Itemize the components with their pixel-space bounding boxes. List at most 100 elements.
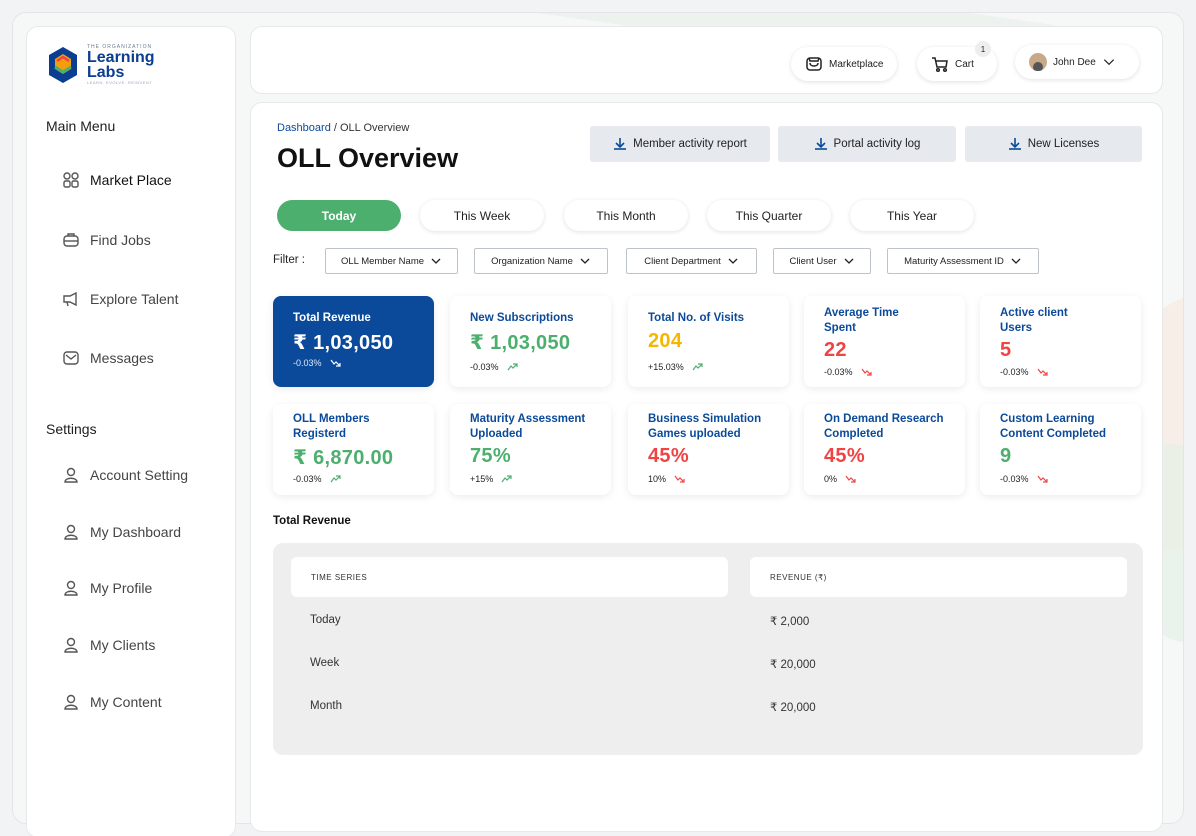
logo-name-line2: Labs <box>87 64 125 81</box>
cart-count-badge: 1 <box>975 41 991 57</box>
stat-card-maturity-assessment[interactable]: Maturity Assessment Uploaded 75% +15% <box>450 404 611 495</box>
stat-card-total-revenue[interactable]: Total Revenue ₹ 1,03,050 -0.03% <box>273 296 434 387</box>
sidebar-item-account-setting[interactable]: Account Setting <box>62 466 188 484</box>
card-change-value: 10% <box>648 474 667 484</box>
download-icon <box>614 138 627 150</box>
table-cell-period: Month <box>310 700 342 712</box>
filter-client-user[interactable]: Client User <box>773 248 871 274</box>
card-label: OLL Members Registerd <box>293 413 370 440</box>
card-label: Business Simulation Games uploaded <box>648 413 762 440</box>
new-licenses-button[interactable]: New Licenses <box>965 126 1142 162</box>
cart-button[interactable]: Cart 1 <box>917 41 997 81</box>
card-value: 45% <box>648 445 689 467</box>
settings-title: Settings <box>46 421 97 437</box>
sidebar-item-label: My Content <box>90 694 162 710</box>
member-activity-report-button[interactable]: Member activity report <box>590 126 770 162</box>
avatar <box>1029 53 1047 71</box>
chevron-down-icon <box>728 258 738 264</box>
user-menu-button[interactable]: John Dee <box>1015 45 1139 79</box>
filter-organization-name[interactable]: Organization Name <box>474 248 608 274</box>
grid-icon <box>63 172 79 188</box>
sidebar-item-label: Explore Talent <box>90 291 179 307</box>
card-change-value: -0.03% <box>1000 474 1029 484</box>
card-change: 0% <box>824 474 856 484</box>
marketplace-button[interactable]: Marketplace <box>791 47 898 81</box>
download-label: New Licenses <box>1027 138 1100 150</box>
sidebar-item-messages[interactable]: Messages <box>62 349 154 367</box>
card-label: Total Revenue <box>293 312 371 324</box>
briefcase-icon <box>63 233 79 247</box>
stat-card-new-subscriptions[interactable]: New Subscriptions ₹ 1,03,050 -0.03% <box>450 296 611 387</box>
sidebar-item-my-dashboard[interactable]: My Dashboard <box>62 523 181 541</box>
sidebar-item-my-clients[interactable]: My Clients <box>62 636 155 654</box>
table-cell-period: Today <box>310 614 341 626</box>
tab-this-month[interactable]: This Month <box>564 200 688 231</box>
card-change: -0.03% <box>824 367 872 377</box>
card-label: On Demand Research Completed <box>824 413 944 440</box>
stat-card-average-time-spent[interactable]: Average Time Spent 22 -0.03% <box>804 296 965 387</box>
card-change-value: +15.03% <box>648 362 684 372</box>
card-change: -0.03% <box>1000 474 1048 484</box>
tab-this-quarter[interactable]: This Quarter <box>707 200 831 231</box>
card-change: 10% <box>648 474 685 484</box>
trend-up-icon <box>330 475 341 483</box>
trend-up-icon <box>692 363 703 371</box>
chevron-down-icon <box>844 258 853 264</box>
stat-card-oll-members-registered[interactable]: OLL Members Registerd ₹ 6,870.00 -0.03% <box>273 404 434 495</box>
trend-down-icon <box>1037 475 1048 483</box>
stat-card-total-visits[interactable]: Total No. of Visits 204 +15.03% <box>628 296 789 387</box>
user-icon <box>64 580 78 596</box>
user-name: John Dee <box>1053 56 1096 68</box>
card-change: -0.03% <box>293 358 341 368</box>
stat-card-custom-learning[interactable]: Custom Learning Content Completed 9 -0.0… <box>980 404 1141 495</box>
card-value: ₹ 1,03,050 <box>293 332 394 354</box>
sidebar-item-market-place[interactable]: Market Place <box>62 171 172 189</box>
filter-oll-member-name[interactable]: OLL Member Name <box>325 248 458 274</box>
card-change-value: -0.03% <box>293 358 322 368</box>
tab-this-year[interactable]: This Year <box>850 200 974 231</box>
trend-down-icon <box>674 475 685 483</box>
card-change: +15% <box>470 474 512 484</box>
tab-today[interactable]: Today <box>277 200 401 231</box>
column-header-time-series[interactable]: TIME SERIES <box>291 557 728 597</box>
filter-text: Client User <box>789 255 837 267</box>
sidebar-item-label: Find Jobs <box>90 232 151 248</box>
sidebar-item-explore-talent[interactable]: Explore Talent <box>62 290 178 308</box>
filter-maturity-assessment-id[interactable]: Maturity Assessment ID <box>887 248 1039 274</box>
download-label: Portal activity log <box>833 138 921 150</box>
total-revenue-section-title: Total Revenue <box>273 515 351 527</box>
sidebar-item-label: My Clients <box>90 637 156 653</box>
logo-mark-icon <box>47 45 79 85</box>
stat-card-on-demand-research[interactable]: On Demand Research Completed 45% 0% <box>804 404 965 495</box>
card-change: -0.03% <box>1000 367 1048 377</box>
portal-activity-log-button[interactable]: Portal activity log <box>778 126 956 162</box>
filter-text: Client Department <box>644 255 721 267</box>
trend-down-icon <box>861 368 872 376</box>
card-label: Custom Learning Content Completed <box>1000 413 1107 440</box>
card-change-value: -0.03% <box>293 474 322 484</box>
card-change: -0.03% <box>470 362 518 372</box>
card-value: 22 <box>824 339 847 361</box>
column-header-revenue[interactable]: REVENUE (₹) <box>750 557 1127 597</box>
sidebar-item-find-jobs[interactable]: Find Jobs <box>62 231 151 249</box>
sidebar-item-my-content[interactable]: My Content <box>62 693 162 711</box>
logo[interactable]: THE ORGANIZATION Learning Labs LEARN. EV… <box>47 45 155 85</box>
card-label: Maturity Assessment Uploaded <box>470 413 586 440</box>
filter-text: Organization Name <box>491 255 573 267</box>
cart-label: Cart <box>955 58 974 70</box>
sidebar-item-my-profile[interactable]: My Profile <box>62 579 152 597</box>
top-header: Marketplace Cart 1 John Dee <box>250 26 1163 94</box>
table-cell-revenue: ₹ 20,000 <box>770 702 816 714</box>
stat-card-active-client-users[interactable]: Active client Users 5 -0.03% <box>980 296 1141 387</box>
card-label: Average Time Spent <box>824 307 899 334</box>
table-cell-period: Week <box>310 657 340 669</box>
trend-up-icon <box>501 475 512 483</box>
tab-this-week[interactable]: This Week <box>420 200 544 231</box>
card-value: ₹ 1,03,050 <box>470 332 571 354</box>
filter-client-department[interactable]: Client Department <box>626 248 757 274</box>
card-change-value: -0.03% <box>824 367 853 377</box>
stat-card-business-simulation[interactable]: Business Simulation Games uploaded 45% 1… <box>628 404 789 495</box>
revenue-table: TIME SERIES REVENUE (₹) Today ₹ 2,000 We… <box>273 543 1143 755</box>
breadcrumb-dashboard-link[interactable]: Dashboard <box>277 122 331 134</box>
chevron-down-icon <box>431 258 441 264</box>
